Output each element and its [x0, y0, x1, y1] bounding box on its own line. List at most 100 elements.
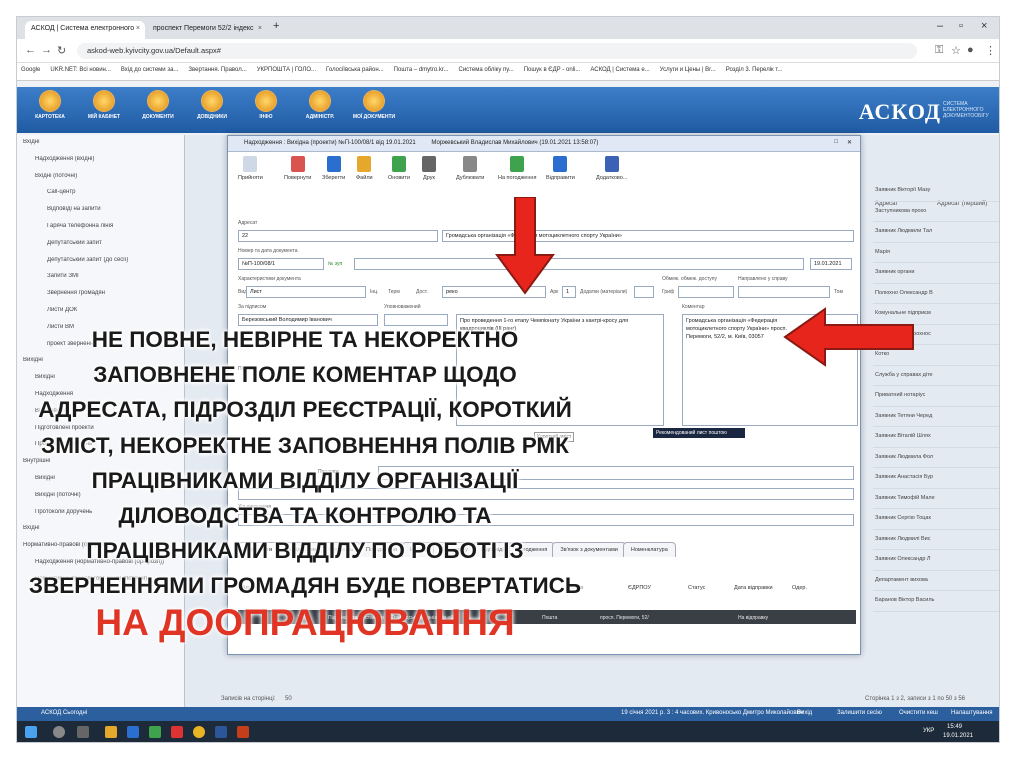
adresat-code-field[interactable]: 22	[238, 230, 438, 242]
sidebar-item[interactable]: Call-центр	[17, 189, 184, 206]
toolbar-button[interactable]: Друк	[422, 156, 436, 194]
sidebar-item[interactable]: Звернення громадян	[17, 290, 184, 307]
column-header[interactable]: Дата відправки	[734, 585, 773, 591]
sidebar-item[interactable]: Депутатський запит	[17, 240, 184, 257]
sidebar-item[interactable]: Вхідні	[17, 139, 184, 156]
list-item[interactable]: Заступникова прохо	[873, 202, 999, 222]
column-header[interactable]: Статус	[688, 585, 705, 591]
leave-session-button[interactable]: Залишити сесію	[837, 710, 882, 716]
star-icon[interactable]: ☆	[951, 44, 961, 57]
key-icon[interactable]: ⚿	[935, 44, 943, 57]
sidebar-item[interactable]: Надходження (вхідні)	[17, 156, 184, 173]
url-input[interactable]: askod-web.kyivcity.gov.ua/Default.aspx#	[77, 43, 917, 59]
regnum-field[interactable]: №П-100/08/1	[238, 258, 324, 270]
toolbar-button[interactable]: Повернути	[284, 156, 311, 194]
settings-button[interactable]: Налаштування	[951, 710, 992, 716]
bookmark-item[interactable]: Звертання. Правол...	[188, 67, 246, 73]
list-item[interactable]: Заявник Віталій Шлях	[873, 427, 999, 448]
module-button[interactable]: АДМІНІСТР.	[295, 90, 345, 130]
list-item[interactable]: Департамент вихова	[873, 571, 999, 591]
module-button[interactable]: ДОКУМЕНТИ	[133, 90, 183, 130]
list-item[interactable]: Заявник Людмила Фол	[873, 448, 999, 468]
column-header[interactable]: ЄДРПОУ	[628, 585, 651, 591]
sidebar-item[interactable]: Депутатський запит (до сесії)	[17, 257, 184, 274]
bookmark-item[interactable]: Пошук в ЄДР - onli...	[524, 67, 581, 73]
module-button[interactable]: КАРТОТЕКА	[25, 90, 75, 130]
bookmark-item[interactable]: АСКОД | Система е...	[590, 67, 649, 73]
sidebar-item[interactable]: Запити ЗМІ	[17, 273, 184, 290]
clear-cache-button[interactable]: Очистити кеш	[899, 710, 938, 716]
module-button[interactable]: ДОВІДНИКИ	[187, 90, 237, 130]
list-item[interactable]: Заявник Людмилі Вис	[873, 530, 999, 550]
chrome-icon[interactable]	[193, 726, 205, 738]
toolbar-button[interactable]: Оновити	[388, 156, 410, 194]
list-item[interactable]: Баранов Віктор Василь	[873, 591, 999, 612]
sidebar-item[interactable]: Гаряча телефонна лінія	[17, 223, 184, 240]
list-item[interactable]: Заявник Олександр Л	[873, 550, 999, 571]
forward-icon[interactable]: →	[41, 44, 52, 56]
list-item[interactable]: Заявник Анастасія Бур	[873, 468, 999, 489]
toolbar-button[interactable]: Зберегти	[322, 156, 345, 194]
new-tab-icon[interactable]: +	[273, 20, 279, 32]
bookmark-item[interactable]: Услуги и Цены | Br...	[660, 67, 716, 73]
dost-dropdown-option[interactable]: Рекомендований лист поштою	[653, 428, 745, 438]
list-item[interactable]: Заявник Вікторії Мазу	[873, 181, 999, 202]
list-item[interactable]: Полюхно Олександр В	[873, 284, 999, 304]
language-indicator[interactable]: УКР	[923, 728, 934, 734]
list-item[interactable]: Заявник Людмили Тал	[873, 222, 999, 243]
list-item[interactable]: Заявник Сергію Тоцак	[873, 509, 999, 530]
reload-icon[interactable]: ↻	[57, 44, 66, 57]
profile-icon[interactable]: ●	[967, 44, 974, 56]
list-item[interactable]: Заявник Тетяни Черед	[873, 407, 999, 427]
bookmark-item[interactable]: Пошта – dmytro.kr...	[394, 67, 449, 73]
list-item[interactable]: Марія	[873, 243, 999, 263]
outlook-icon[interactable]	[127, 726, 139, 738]
page-size-select[interactable]: 50	[285, 696, 292, 702]
bookmark-item[interactable]: Google	[21, 67, 40, 73]
toolbar-button[interactable]: Додатково...	[596, 156, 627, 194]
grif-field[interactable]	[678, 286, 734, 298]
ark-field[interactable]: 1	[562, 286, 576, 298]
subtab[interactable]: Номенклатура	[622, 542, 676, 557]
browser-tab-search[interactable]: проспект Перемоги 52/2 індекс ×	[147, 21, 267, 39]
dodatky-field[interactable]	[634, 286, 654, 298]
sidebar-item[interactable]: Відповіді на запити	[17, 206, 184, 223]
excel-icon[interactable]	[149, 726, 161, 738]
close-window-icon[interactable]: ×	[981, 20, 987, 32]
close-icon[interactable]: ✕	[847, 139, 852, 146]
toolbar-button[interactable]: Дублювати	[456, 156, 484, 194]
explorer-icon[interactable]	[105, 726, 117, 738]
bookmark-item[interactable]: Система обліку пу...	[459, 67, 514, 73]
sprava-field[interactable]	[738, 286, 830, 298]
clock-time[interactable]: 15:49	[947, 724, 962, 730]
powerpoint-icon[interactable]	[237, 726, 249, 738]
search-icon[interactable]	[53, 726, 65, 738]
maximize-icon[interactable]: □	[834, 139, 838, 145]
toolbar-button[interactable]: Файли	[356, 156, 373, 194]
task-view-icon[interactable]	[77, 726, 89, 738]
list-item[interactable]: Служба у справах діте	[873, 366, 999, 386]
close-icon[interactable]: ×	[136, 25, 140, 32]
word-icon[interactable]	[215, 726, 227, 738]
list-item[interactable]: Приватний нотаріус	[873, 386, 999, 407]
module-button[interactable]: ІНФО	[241, 90, 291, 130]
module-button[interactable]: МІЙ КАБІНЕТ	[79, 90, 129, 130]
bookmark-item[interactable]: Розділ 3. Перелік т...	[726, 67, 783, 73]
vid-field[interactable]: Лист	[246, 286, 366, 298]
back-icon[interactable]: ←	[25, 44, 36, 56]
toolbar-button[interactable]: На погодження	[498, 156, 536, 194]
toolbar-button[interactable]: Відправити	[546, 156, 575, 194]
bookmark-item[interactable]: Голосіївська район...	[326, 67, 384, 73]
column-header[interactable]: Одер.	[792, 585, 807, 591]
maximize-icon[interactable]: ▫	[959, 20, 963, 32]
clock-date[interactable]: 19.01.2021	[943, 733, 973, 739]
close-icon[interactable]: ×	[258, 25, 262, 32]
sidebar-item[interactable]: Вхідні (поточні)	[17, 173, 184, 190]
exit-button[interactable]: Вихід	[797, 710, 812, 716]
bookmark-item[interactable]: Вхід до системи за...	[121, 67, 179, 73]
list-item[interactable]: Заявник органи	[873, 263, 999, 284]
menu-icon[interactable]: ⋮	[985, 44, 996, 57]
windows-start-icon[interactable]	[25, 726, 37, 738]
regnum-extra-field[interactable]	[354, 258, 804, 270]
bookmark-item[interactable]: УКРПОШТА | ГОЛО...	[257, 67, 316, 73]
